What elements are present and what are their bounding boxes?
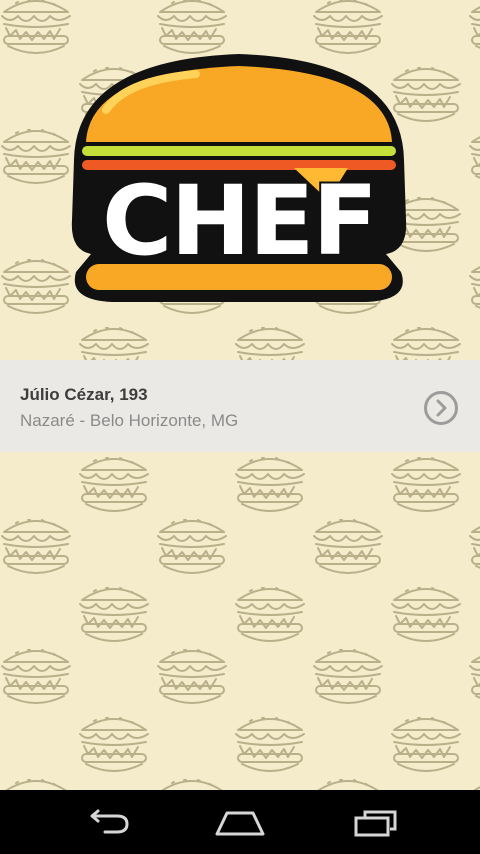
nav-home-button[interactable] bbox=[210, 805, 270, 841]
chef-logo: CHEF bbox=[66, 50, 412, 306]
address-card[interactable] bbox=[0, 360, 480, 452]
recents-icon bbox=[354, 810, 397, 837]
nav-back-button[interactable] bbox=[77, 805, 137, 841]
svg-text:CHEF: CHEF bbox=[102, 165, 376, 277]
home-icon bbox=[215, 811, 265, 836]
chef-logo-text: CHEF bbox=[100, 163, 380, 279]
address-street: Júlio Cézar, 193 bbox=[20, 385, 148, 404]
chevron-right-circle-icon[interactable] bbox=[423, 390, 459, 426]
nav-recents-button[interactable] bbox=[345, 805, 405, 841]
address-city: Nazaré - Belo Horizonte, MG bbox=[20, 411, 239, 430]
back-icon bbox=[90, 809, 129, 834]
